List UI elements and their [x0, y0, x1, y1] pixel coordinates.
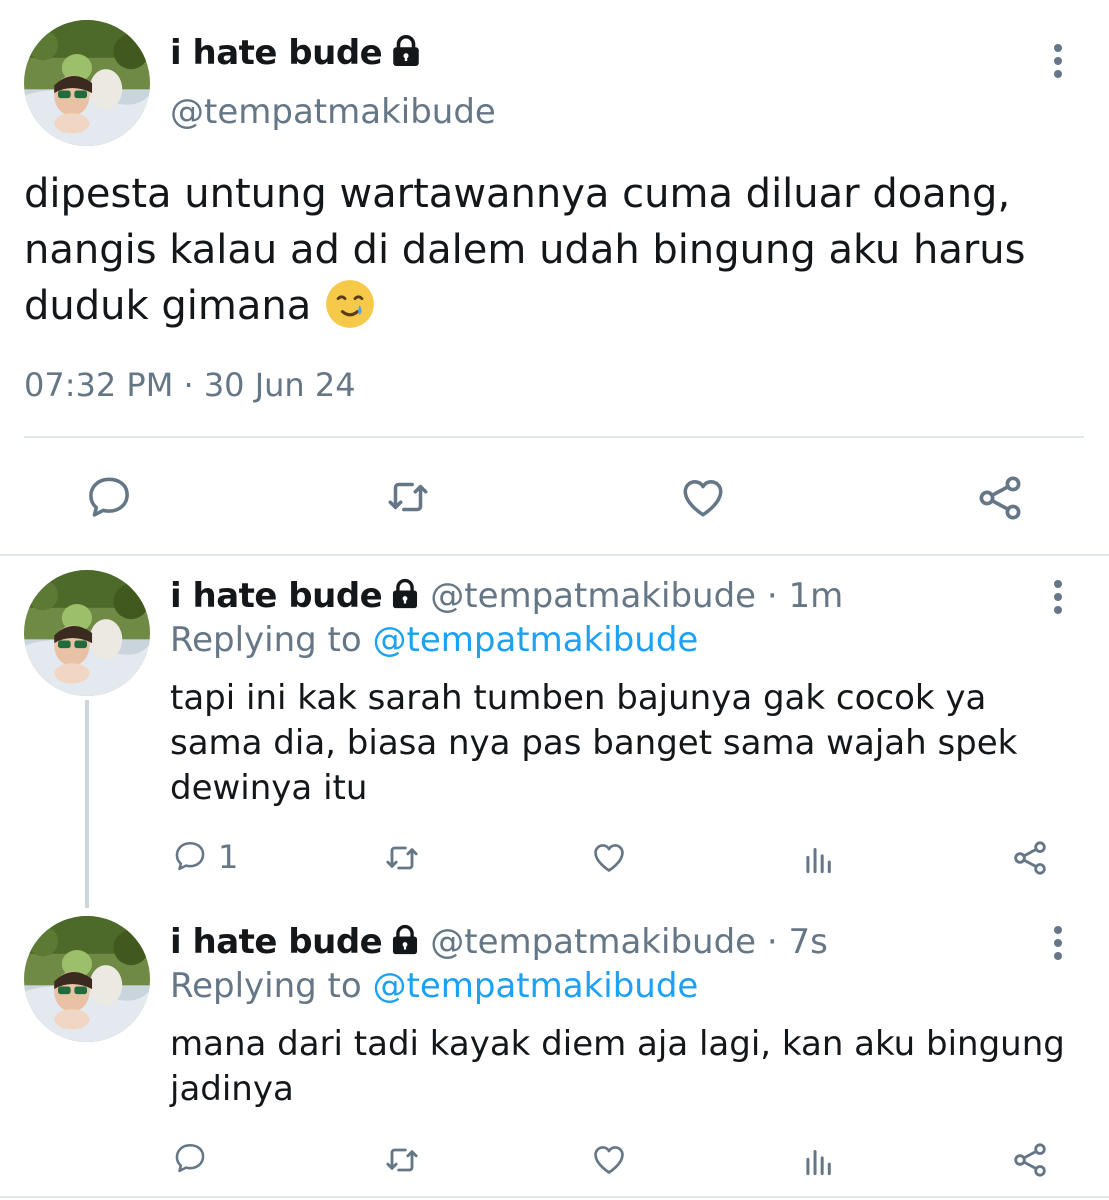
- divider: [0, 1196, 1109, 1198]
- tweet-text: dipesta untung wartawannya cuma diluar d…: [24, 166, 1094, 334]
- lock-icon: [388, 33, 424, 69]
- mention-link[interactable]: @tempatmakibude: [373, 620, 699, 660]
- display-name[interactable]: i hate bude: [170, 922, 383, 962]
- share-icon[interactable]: [974, 472, 1026, 524]
- replying-to: Replying to @tempatmakibude: [170, 966, 698, 1006]
- handle-and-time[interactable]: @tempatmakibude · 1m: [430, 576, 843, 616]
- more-options-icon[interactable]: [1052, 44, 1064, 83]
- share-icon[interactable]: [1010, 838, 1050, 878]
- like-icon[interactable]: [590, 1140, 628, 1178]
- reply-text: tapi ini kak sarah tumben bajunya gak co…: [170, 678, 1018, 808]
- share-icon[interactable]: [1010, 1140, 1050, 1180]
- analytics-icon[interactable]: [800, 1142, 838, 1180]
- like-icon[interactable]: [678, 472, 728, 522]
- thread-connector-line: [85, 700, 89, 908]
- display-name-text[interactable]: i hate bude: [170, 33, 383, 73]
- more-options-icon[interactable]: [1052, 580, 1064, 619]
- reply-icon[interactable]: [172, 838, 208, 874]
- avatar[interactable]: [24, 570, 150, 696]
- replying-label: Replying to: [170, 966, 362, 1006]
- reply-count: 1: [218, 838, 239, 876]
- replying-to: Replying to @tempatmakibude: [170, 620, 698, 660]
- reply-header: i hate bude @tempatmakibude · 1m: [170, 576, 843, 616]
- main-tweet: i hate bude @tempatmakibude dipesta untu…: [0, 0, 1109, 555]
- more-options-icon[interactable]: [1052, 926, 1064, 965]
- tweet-timestamp[interactable]: 07:32 PM · 30 Jun 24: [24, 366, 356, 404]
- divider: [24, 436, 1084, 438]
- analytics-icon[interactable]: [800, 840, 838, 878]
- tweet-text-content: dipesta untung wartawannya cuma diluar d…: [24, 171, 1026, 329]
- reply-icon[interactable]: [172, 1140, 208, 1176]
- retweet-icon[interactable]: [382, 838, 422, 878]
- reply-header: i hate bude @tempatmakibude · 7s: [170, 922, 828, 962]
- emoji-smiling-tear-icon: [324, 278, 376, 330]
- retweet-icon[interactable]: [382, 1140, 422, 1180]
- reply-text: mana dari tadi kayak diem aja lagi, kan …: [170, 1024, 1065, 1109]
- divider: [0, 554, 1109, 556]
- avatar[interactable]: [24, 20, 150, 146]
- reply-icon[interactable]: [84, 472, 134, 522]
- retweet-icon[interactable]: [383, 472, 433, 522]
- display-name[interactable]: i hate bude: [170, 576, 383, 616]
- avatar[interactable]: [24, 916, 150, 1042]
- mention-link[interactable]: @tempatmakibude: [373, 966, 699, 1006]
- display-name[interactable]: i hate bude: [170, 33, 424, 73]
- lock-icon: [388, 923, 422, 957]
- lock-icon: [388, 577, 422, 611]
- handle-and-time[interactable]: @tempatmakibude · 7s: [430, 922, 828, 962]
- user-handle[interactable]: @tempatmakibude: [170, 92, 496, 132]
- replying-label: Replying to: [170, 620, 362, 660]
- like-icon[interactable]: [590, 838, 628, 876]
